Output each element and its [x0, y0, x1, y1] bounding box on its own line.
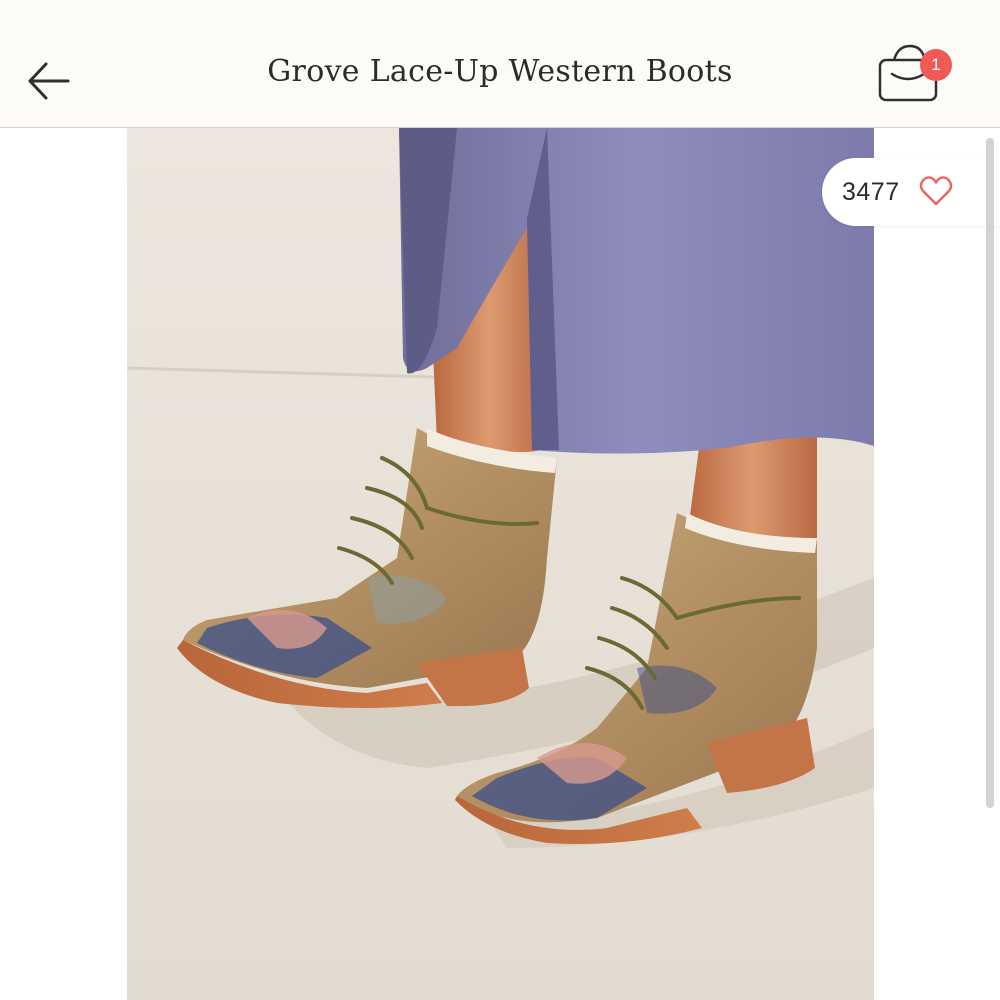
arrow-left-icon: [28, 62, 70, 100]
heart-outline-icon: [919, 176, 953, 206]
like-button[interactable]: 3477: [822, 158, 1000, 226]
back-button[interactable]: [22, 54, 76, 108]
like-count: 3477: [842, 178, 900, 206]
cart-count-badge: 1: [920, 49, 952, 81]
page-title: Grove Lace-Up Western Boots: [267, 54, 733, 89]
product-photo[interactable]: [127, 128, 874, 1000]
scrollbar[interactable]: [986, 138, 994, 808]
top-bar: Grove Lace-Up Western Boots 1: [0, 0, 1000, 128]
product-image: [127, 128, 874, 1000]
